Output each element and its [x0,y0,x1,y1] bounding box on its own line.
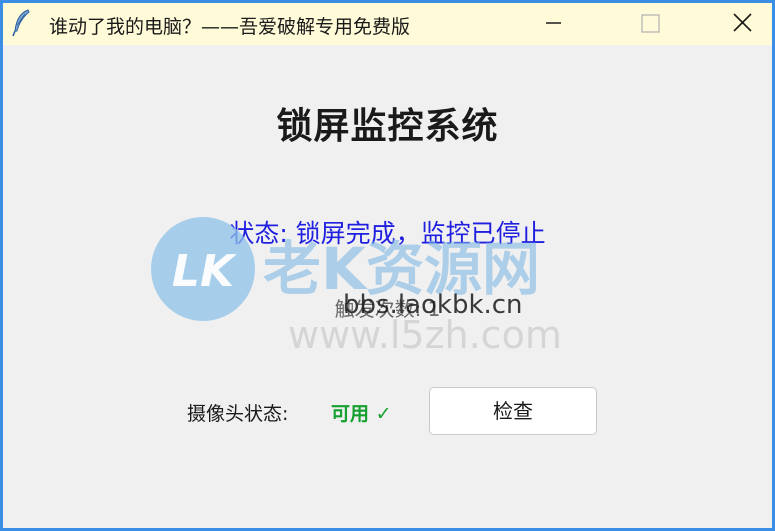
check-button[interactable]: 检查 [429,387,597,435]
watermark: LK 老K资源网 bbs.laokbk.cn www.l5zh.com [151,217,562,357]
close-icon [733,13,752,32]
maximize-button[interactable] [627,3,673,45]
title-bar[interactable]: 谁动了我的电脑？——吾爱破解专用免费版 [3,3,772,45]
status-text: 状态: 锁屏完成，监控已停止 [229,219,546,248]
page-title: 锁屏监控系统 [276,106,499,147]
watermark-logo: LK [172,246,237,297]
feather-icon [12,9,30,37]
close-button[interactable] [719,3,765,45]
minimize-icon [546,22,561,24]
minimize-button[interactable] [531,3,577,45]
maximize-icon [641,14,660,33]
app-window: 谁动了我的电脑？——吾爱破解专用免费版 锁屏监控系统 状态: 锁屏完成，监控已停… [0,0,775,531]
window-title: 谁动了我的电脑？——吾爱破解专用免费版 [49,16,411,38]
camera-status-value: 可用 ✓ [331,403,392,425]
trigger-count: 触发次数: 1 [334,297,441,321]
camera-status-label: 摄像头状态: [187,403,289,425]
